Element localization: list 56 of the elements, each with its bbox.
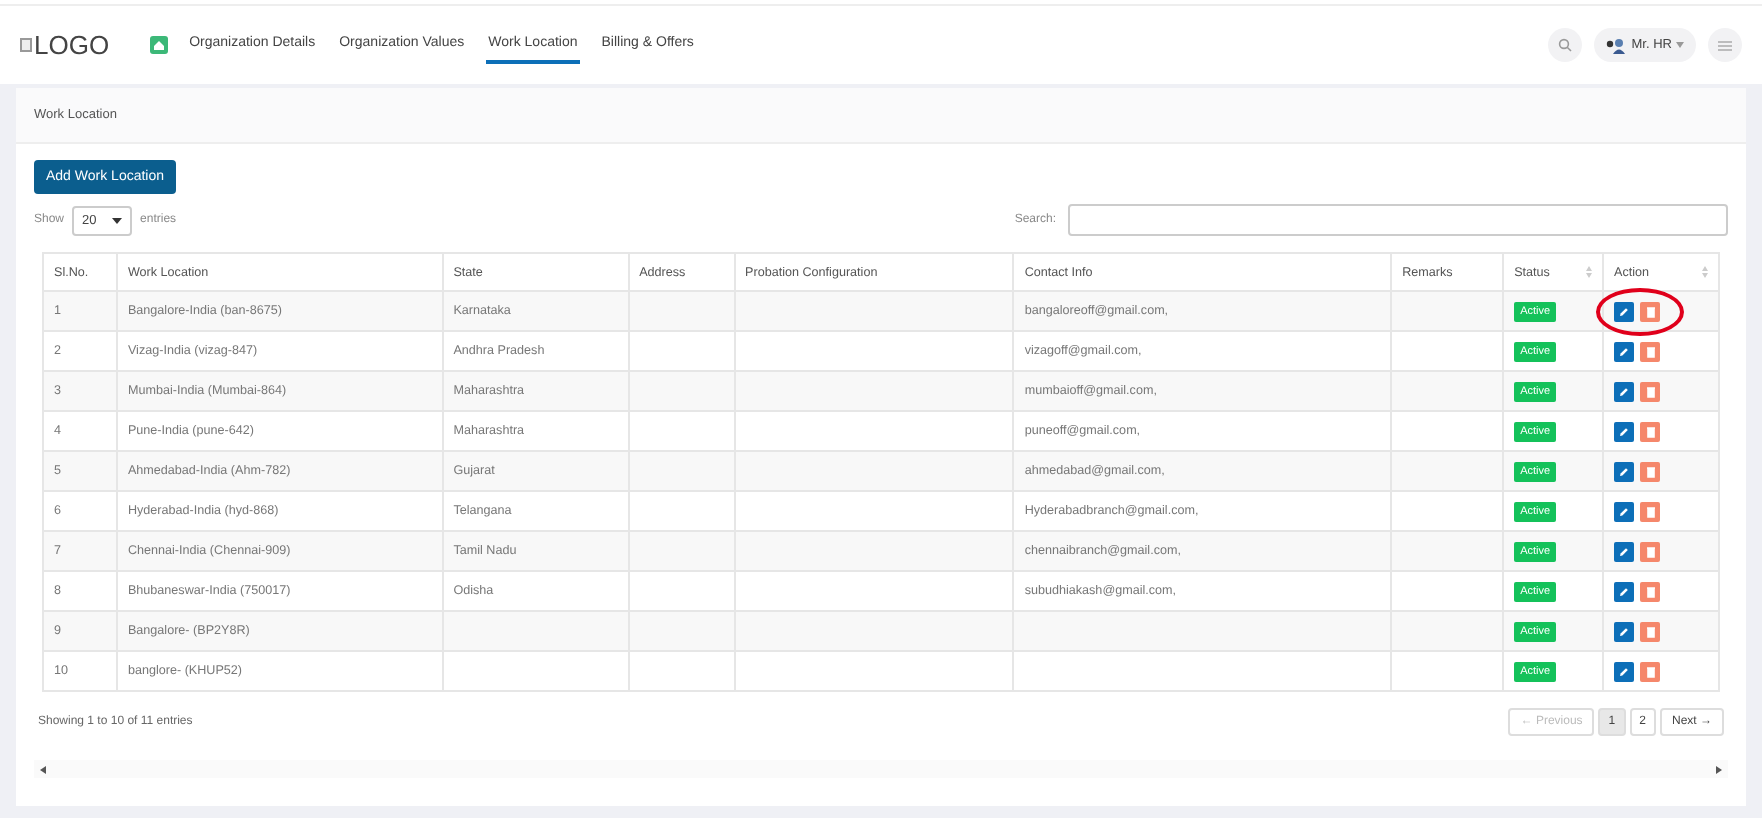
delete-button[interactable]	[1640, 581, 1661, 601]
pencil-icon	[1618, 665, 1631, 677]
delete-button[interactable]	[1640, 501, 1661, 521]
trash-icon	[1645, 465, 1656, 477]
edit-button[interactable]	[1614, 421, 1635, 441]
avatar-icon	[1605, 37, 1628, 53]
caret-icon	[1676, 42, 1684, 48]
search-icon	[1557, 38, 1572, 52]
trash-icon	[1645, 665, 1656, 677]
horizontal-scrollbar[interactable]	[34, 760, 1728, 778]
search-button[interactable]	[1547, 28, 1582, 62]
delete-button[interactable]	[1640, 621, 1661, 641]
logo: LOGO	[20, 30, 110, 60]
edit-button[interactable]	[1614, 581, 1635, 601]
trash-icon	[1645, 585, 1656, 597]
edit-button[interactable]	[1614, 461, 1635, 481]
pencil-icon	[1618, 425, 1631, 437]
delete-button[interactable]	[1640, 381, 1661, 401]
pencil-icon	[1618, 505, 1631, 517]
edit-button[interactable]	[1614, 301, 1635, 321]
trash-icon	[1645, 625, 1656, 637]
broken-image-icon	[20, 38, 32, 52]
delete-button[interactable]	[1640, 541, 1661, 561]
delete-button[interactable]	[1640, 421, 1661, 441]
edit-button[interactable]	[1614, 381, 1635, 401]
delete-button[interactable]	[1640, 461, 1661, 481]
pencil-icon	[1618, 465, 1631, 477]
edit-button[interactable]	[1614, 661, 1635, 681]
edit-button[interactable]	[1614, 501, 1635, 521]
trash-icon	[1645, 385, 1656, 397]
menu-button[interactable]	[1708, 28, 1742, 62]
chevron-down-icon	[112, 217, 123, 223]
pencil-icon	[1618, 305, 1631, 317]
sort-icon	[1586, 266, 1593, 278]
trash-icon	[1645, 345, 1656, 357]
pencil-icon	[1618, 385, 1631, 397]
pencil-icon	[1618, 545, 1631, 557]
edit-button[interactable]	[1614, 341, 1635, 361]
trash-icon	[1645, 425, 1656, 437]
trash-icon	[1645, 505, 1656, 517]
sort-icon	[1702, 266, 1708, 278]
delete-button[interactable]	[1640, 301, 1661, 321]
search-field[interactable]	[1068, 204, 1728, 236]
delete-button[interactable]	[1640, 661, 1661, 681]
trash-icon	[1645, 305, 1656, 317]
menu-icon	[1718, 39, 1732, 51]
edit-button[interactable]	[1614, 541, 1635, 561]
home-icon[interactable]	[149, 36, 168, 54]
edit-button[interactable]	[1614, 621, 1635, 641]
scroll-left-icon[interactable]	[40, 765, 46, 773]
delete-button[interactable]	[1640, 341, 1661, 361]
pencil-icon	[1618, 345, 1631, 357]
pencil-icon	[1618, 625, 1631, 637]
scroll-right-icon[interactable]	[1716, 765, 1722, 773]
pencil-icon	[1618, 585, 1631, 597]
trash-icon	[1645, 545, 1656, 557]
